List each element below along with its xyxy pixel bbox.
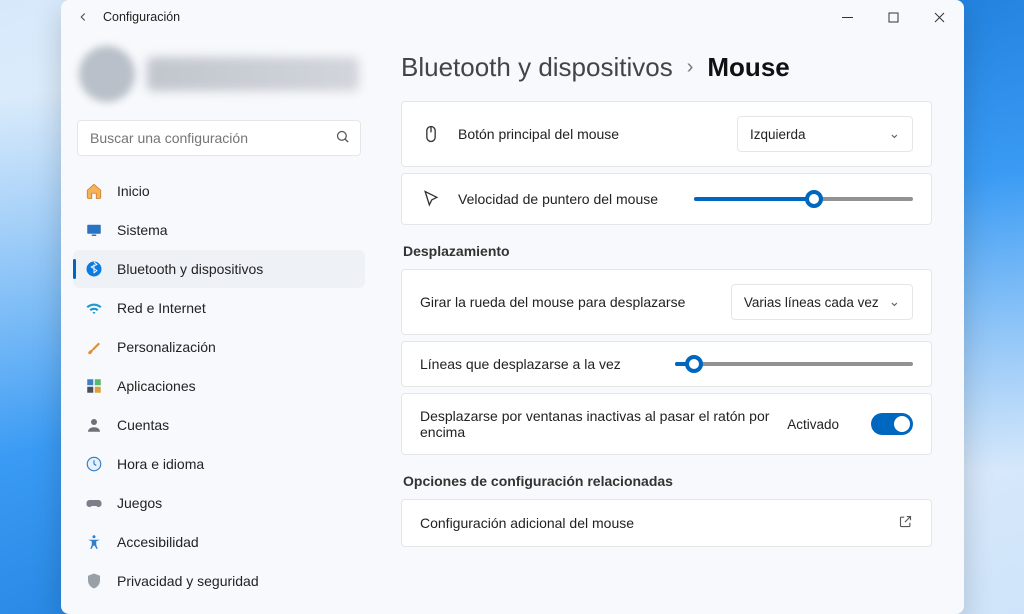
window-title: Configuración bbox=[103, 10, 180, 24]
apps-icon bbox=[85, 377, 103, 395]
sidebar-item-label: Juegos bbox=[117, 495, 162, 511]
additional-label: Configuración adicional del mouse bbox=[420, 515, 882, 531]
sidebar-item-label: Red e Internet bbox=[117, 300, 206, 316]
sidebar-item-label: Bluetooth y dispositivos bbox=[117, 261, 263, 277]
scroll-mode-select[interactable]: Varias líneas cada vez ⌄ bbox=[731, 284, 913, 320]
sidebar: Inicio Sistema Bluetooth y dispositivos bbox=[61, 34, 377, 614]
sidebar-item-system[interactable]: Sistema bbox=[73, 211, 365, 249]
bluetooth-icon bbox=[85, 260, 103, 278]
card-additional-settings[interactable]: Configuración adicional del mouse bbox=[401, 499, 932, 547]
section-scrolling: Desplazamiento bbox=[403, 243, 932, 259]
wifi-icon bbox=[85, 299, 103, 317]
person-icon bbox=[85, 416, 103, 434]
card-pointer-speed: Velocidad de puntero del mouse bbox=[401, 173, 932, 225]
sidebar-item-label: Aplicaciones bbox=[117, 378, 196, 394]
sidebar-item-label: Cuentas bbox=[117, 417, 169, 433]
sidebar-item-network[interactable]: Red e Internet bbox=[73, 289, 365, 327]
system-icon bbox=[85, 221, 103, 239]
mouse-icon bbox=[420, 123, 442, 145]
sidebar-item-home[interactable]: Inicio bbox=[73, 172, 365, 210]
breadcrumb-parent[interactable]: Bluetooth y dispositivos bbox=[401, 52, 673, 83]
cursor-icon bbox=[420, 188, 442, 210]
gamepad-icon bbox=[85, 494, 103, 512]
avatar bbox=[79, 46, 135, 102]
home-icon bbox=[85, 182, 103, 200]
sidebar-item-bluetooth[interactable]: Bluetooth y dispositivos bbox=[73, 250, 365, 288]
sidebar-item-privacy[interactable]: Privacidad y seguridad bbox=[73, 562, 365, 600]
chevron-down-icon: ⌄ bbox=[889, 126, 900, 142]
card-primary-button: Botón principal del mouse Izquierda ⌄ bbox=[401, 101, 932, 167]
sidebar-item-time[interactable]: Hora e idioma bbox=[73, 445, 365, 483]
card-lines-at-time: Líneas que desplazarse a la vez bbox=[401, 341, 932, 387]
sidebar-item-label: Personalización bbox=[117, 339, 216, 355]
sidebar-item-gaming[interactable]: Juegos bbox=[73, 484, 365, 522]
card-scroll-mode: Girar la rueda del mouse para desplazars… bbox=[401, 269, 932, 335]
sidebar-item-label: Hora e idioma bbox=[117, 456, 204, 472]
back-button[interactable] bbox=[69, 3, 97, 31]
breadcrumb-current: Mouse bbox=[707, 52, 789, 83]
search-icon bbox=[335, 129, 350, 147]
clock-icon bbox=[85, 455, 103, 473]
card-inactive-scroll: Desplazarse por ventanas inactivas al pa… bbox=[401, 393, 932, 455]
select-value: Izquierda bbox=[750, 127, 806, 142]
lines-label: Líneas que desplazarse a la vez bbox=[420, 356, 659, 372]
inactive-scroll-label: Desplazarse por ventanas inactivas al pa… bbox=[420, 408, 771, 440]
sidebar-item-label: Accesibilidad bbox=[117, 534, 199, 550]
inactive-scroll-toggle[interactable] bbox=[871, 413, 913, 435]
content: Bluetooth y dispositivos › Mouse Botón p… bbox=[377, 34, 964, 614]
primary-button-select[interactable]: Izquierda ⌄ bbox=[737, 116, 913, 152]
sidebar-item-personalization[interactable]: Personalización bbox=[73, 328, 365, 366]
sidebar-item-label: Inicio bbox=[117, 183, 150, 199]
chevron-right-icon: › bbox=[687, 56, 694, 79]
section-related: Opciones de configuración relacionadas bbox=[403, 473, 932, 489]
lines-slider[interactable] bbox=[675, 362, 914, 366]
search-input[interactable] bbox=[88, 129, 335, 147]
external-link-icon bbox=[898, 514, 913, 532]
brush-icon bbox=[85, 338, 103, 356]
settings-window: Configuración bbox=[61, 0, 964, 614]
pointer-speed-slider[interactable] bbox=[694, 197, 914, 201]
search-box[interactable] bbox=[77, 120, 361, 156]
sidebar-item-accessibility[interactable]: Accesibilidad bbox=[73, 523, 365, 561]
sidebar-item-accounts[interactable]: Cuentas bbox=[73, 406, 365, 444]
sidebar-item-label: Sistema bbox=[117, 222, 168, 238]
accessibility-icon bbox=[85, 533, 103, 551]
select-value: Varias líneas cada vez bbox=[744, 295, 879, 310]
breadcrumb: Bluetooth y dispositivos › Mouse bbox=[401, 52, 932, 83]
close-button[interactable] bbox=[916, 0, 962, 34]
sidebar-item-apps[interactable]: Aplicaciones bbox=[73, 367, 365, 405]
titlebar: Configuración bbox=[61, 0, 964, 34]
sidebar-item-label: Privacidad y seguridad bbox=[117, 573, 259, 589]
chevron-down-icon: ⌄ bbox=[889, 294, 900, 310]
nav: Inicio Sistema Bluetooth y dispositivos bbox=[73, 172, 365, 600]
minimize-button[interactable] bbox=[824, 0, 870, 34]
maximize-button[interactable] bbox=[870, 0, 916, 34]
scroll-mode-label: Girar la rueda del mouse para desplazars… bbox=[420, 294, 715, 310]
shield-icon bbox=[85, 572, 103, 590]
toggle-state: Activado bbox=[787, 417, 839, 432]
profile-header[interactable] bbox=[73, 40, 365, 110]
primary-button-label: Botón principal del mouse bbox=[458, 126, 721, 142]
pointer-speed-label: Velocidad de puntero del mouse bbox=[458, 191, 678, 207]
profile-name-blurred bbox=[147, 57, 359, 91]
